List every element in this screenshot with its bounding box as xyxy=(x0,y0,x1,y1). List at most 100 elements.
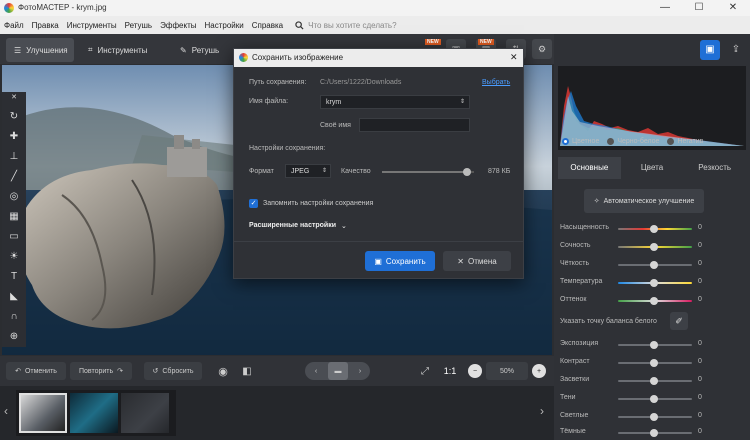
compare-icon: ◧ xyxy=(242,365,252,377)
tool-history[interactable]: ↻ xyxy=(2,108,26,126)
save-button[interactable]: ▣ xyxy=(700,40,720,60)
slider-temperature[interactable]: Температура 0 xyxy=(560,274,746,292)
tool-light[interactable]: ☀ xyxy=(2,248,26,266)
slider-vibrance-value: 0 xyxy=(698,242,702,249)
mode-color[interactable]: Цветное xyxy=(562,135,599,147)
slider-knob[interactable] xyxy=(650,279,658,287)
slider-tint[interactable]: Оттенок 0 xyxy=(560,292,746,310)
dialog-save-button[interactable]: ▣ Сохранить xyxy=(365,251,435,271)
minimize-button[interactable]: — xyxy=(650,1,680,15)
slider-knob[interactable] xyxy=(650,429,658,437)
tool-heal[interactable]: ✚ xyxy=(2,128,26,146)
format-select[interactable]: JPEG ⇕ xyxy=(285,164,331,178)
actual-size-button[interactable]: 1:1 xyxy=(440,362,460,380)
close-window-button[interactable]: ✕ xyxy=(718,1,748,15)
white-balance-picker-button[interactable]: ✐ xyxy=(670,312,688,330)
tab-basic[interactable]: Основные xyxy=(558,157,621,179)
slider-knob[interactable] xyxy=(650,261,658,269)
menu-settings[interactable]: Настройки xyxy=(204,21,243,30)
slider-vibrance-label: Сочность xyxy=(560,242,591,249)
slider-knob[interactable] xyxy=(650,395,658,403)
menu-retouch[interactable]: Ретушь xyxy=(125,21,153,30)
undo-button[interactable]: ↶ Отменить xyxy=(6,362,66,380)
slider-clarity[interactable]: Чёткость 0 xyxy=(560,256,746,274)
zoom-out-button[interactable]: − xyxy=(468,364,482,378)
advanced-settings-toggle[interactable]: Расширенные настройки ⌄ xyxy=(249,222,347,230)
slider-exposure[interactable]: Экспозиция 0 xyxy=(560,336,746,354)
choose-path-link[interactable]: Выбрать xyxy=(482,79,510,86)
tab-sharpness[interactable]: Резкость xyxy=(683,157,746,179)
zoom-level[interactable]: 50% xyxy=(486,362,528,380)
gradient-icon: ▦ xyxy=(9,211,19,222)
share-button[interactable]: ⇪ xyxy=(726,40,746,60)
quality-slider-knob[interactable] xyxy=(462,168,471,176)
slider-saturation[interactable]: Насыщенность 0 xyxy=(560,220,746,238)
slider-knob[interactable] xyxy=(650,243,658,251)
minus-icon: − xyxy=(472,367,478,375)
dialog-close-button[interactable]: ✕ xyxy=(510,52,518,63)
app-logo-icon xyxy=(4,3,14,13)
open-folder-button[interactable]: ▬ xyxy=(328,362,348,380)
slider-knob[interactable] xyxy=(650,359,658,367)
tab-retouch[interactable]: ✎ Ретушь xyxy=(172,38,232,62)
filename-select[interactable]: krym ⇕ xyxy=(320,95,470,109)
tool-globe[interactable]: ⊕ xyxy=(2,328,26,346)
brush-icon: ✎ xyxy=(180,45,187,55)
menu-edit[interactable]: Правка xyxy=(32,21,59,30)
tab-enhancements[interactable]: ☰ Улучшения xyxy=(6,38,74,62)
custom-name-input[interactable] xyxy=(359,118,470,132)
filmstrip-next-button[interactable]: › xyxy=(540,404,544,418)
tool-fill[interactable]: ◣ xyxy=(2,288,26,306)
slider-contrast[interactable]: Контраст 0 xyxy=(560,354,746,372)
remember-label: Запомнить настройки сохранения xyxy=(263,200,374,207)
remember-checkbox[interactable]: ✓ xyxy=(249,199,258,208)
quality-slider-track[interactable] xyxy=(382,168,474,176)
prev-photo-button[interactable]: ‹ xyxy=(308,362,324,380)
slider-shadows-value: 0 xyxy=(698,394,702,401)
dialog-cancel-button[interactable]: ✕ Отмена xyxy=(443,251,511,271)
slider-knob[interactable] xyxy=(650,341,658,349)
preview-button[interactable]: ◉ xyxy=(214,362,232,380)
tool-vignette[interactable]: ▭ xyxy=(2,228,26,246)
slider-knob[interactable] xyxy=(650,377,658,385)
maximize-button[interactable]: ☐ xyxy=(684,1,714,15)
tool-stamp[interactable]: ⊥ xyxy=(2,148,26,166)
menu-file[interactable]: Файл xyxy=(4,21,24,30)
mode-negative[interactable]: Негатив xyxy=(667,135,703,147)
slider-saturation-label: Насыщенность xyxy=(560,224,610,231)
tool-gradient[interactable]: ▦ xyxy=(2,208,26,226)
fit-screen-button[interactable]: ⤢ xyxy=(416,362,434,380)
tool-lasso[interactable]: ∩ xyxy=(2,308,26,326)
slider-knob[interactable] xyxy=(650,225,658,233)
slider-knob[interactable] xyxy=(650,413,658,421)
slider-highlights[interactable]: Засветки 0 xyxy=(560,372,746,390)
tool-brush[interactable]: ╱ xyxy=(2,168,26,186)
next-photo-button[interactable]: › xyxy=(352,362,368,380)
thumbnail-1[interactable] xyxy=(19,393,67,433)
zoom-in-button[interactable]: + xyxy=(532,364,546,378)
thumbnail-3[interactable] xyxy=(121,393,169,433)
menu-bar: Файл Правка Инструменты Ретушь Эффекты Н… xyxy=(0,16,750,34)
tab-tools[interactable]: ⌗ Инструменты xyxy=(80,38,158,62)
thumbnail-2[interactable] xyxy=(70,393,118,433)
tool-radial[interactable]: ◎ xyxy=(2,188,26,206)
redo-button[interactable]: Повторить ↷ xyxy=(70,362,132,380)
tools-close-button[interactable]: ✕ xyxy=(2,92,26,104)
menu-tools[interactable]: Инструменты xyxy=(67,21,117,30)
reset-button[interactable]: ↺ Сбросить xyxy=(144,362,202,380)
slider-knob[interactable] xyxy=(650,297,658,305)
slider-blacks[interactable]: Тёмные 0 xyxy=(560,424,746,440)
auto-enhance-button[interactable]: ✧ Автоматическое улучшение xyxy=(584,189,704,213)
crop-icon: ⌗ xyxy=(88,45,93,54)
tool-text[interactable]: T xyxy=(2,268,26,286)
toolbar-extra-button-4[interactable]: ⚙ xyxy=(532,39,552,59)
mode-bw[interactable]: Черно-белое xyxy=(607,135,659,147)
slider-shadows[interactable]: Тени 0 xyxy=(560,390,746,408)
menu-effects[interactable]: Эффекты xyxy=(160,21,196,30)
tab-colors[interactable]: Цвета xyxy=(621,157,684,179)
menu-search[interactable]: Что вы хотите сделать? xyxy=(295,21,397,30)
filmstrip-prev-button[interactable]: ‹ xyxy=(4,404,8,418)
menu-help[interactable]: Справка xyxy=(252,21,283,30)
slider-vibrance[interactable]: Сочность 0 xyxy=(560,238,746,256)
compare-button[interactable]: ◧ xyxy=(238,362,256,380)
